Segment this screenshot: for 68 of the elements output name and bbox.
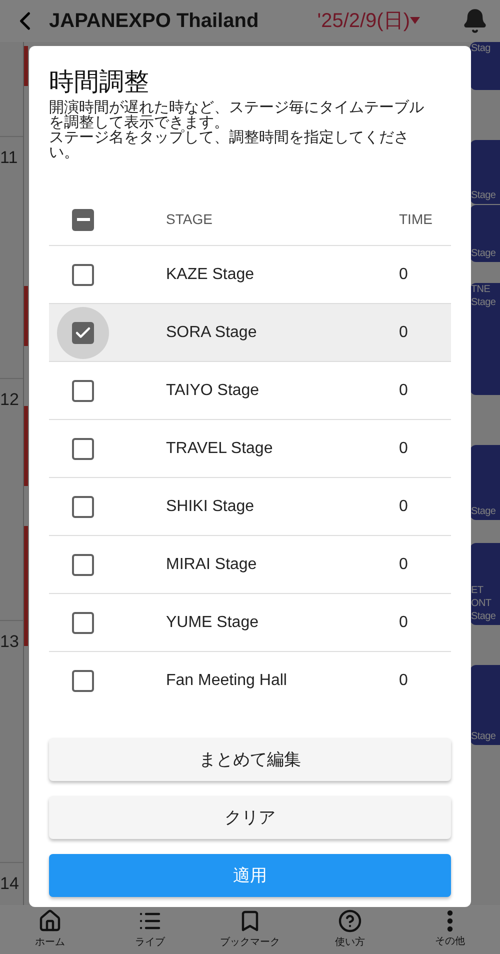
hour-label: 12 [0,389,20,411]
stage-name: Fan Meeting Hall [166,670,288,690]
event-text: Stage [471,296,497,309]
dialog-button[interactable]: まとめて編集 [49,738,451,781]
hour-label: 11 [0,147,19,169]
time-value: 0 [399,496,408,516]
time-value: 0 [399,670,408,690]
hour-label: 14 [0,873,20,895]
nav-tab[interactable]: 使い方 [300,905,400,954]
stage-event-block[interactable]: Stag [470,42,500,90]
stage-name: KAZE Stage [166,264,256,284]
checkbox[interactable] [72,496,94,518]
event-text: Stage [471,730,497,743]
checkbox[interactable] [72,322,94,344]
stage-name: MIRAI Stage [166,554,258,574]
time-value: 0 [399,264,408,284]
time-value: 0 [399,554,408,574]
description-text: 開演時間が遅れた時など、ステージ毎にタイムテーブルを調整して表示できます。 [49,100,425,130]
event-text: Stag [471,42,492,55]
checkbox[interactable] [72,554,94,576]
hour-label: 13 [0,631,20,653]
stage-row[interactable]: SORA Stage 0 [49,304,451,362]
stage-name: SORA Stage [166,322,258,342]
app-title: JAPANEXPO Thailand [49,9,259,34]
checkbox[interactable] [72,380,94,402]
event-text: Stage [471,505,497,518]
time-value: 0 [399,612,408,632]
stage-event-block[interactable]: Stage [470,445,500,520]
description-text: ステージ名をタップして、調整時間を指定してください。 [49,130,410,160]
stage-name: SHIKI Stage [166,496,256,516]
caret-icon [410,17,420,25]
help-icon [338,909,362,933]
event-text: Stage [471,247,497,260]
more-icon [447,910,453,932]
nav-tab[interactable]: その他 [400,905,500,954]
nav-tab[interactable]: ブックマーク [200,905,300,954]
event-text: ONT [471,597,492,610]
event-text: Stage [471,610,497,623]
column-header: TIME [399,210,432,229]
event-text: Stage [471,189,497,202]
checkbox[interactable] [72,208,94,230]
time-value: 0 [399,322,408,342]
stage-name: TRAVEL Stage [166,438,274,458]
stage-event-block[interactable]: TNE Stage [470,283,500,395]
stage-event-block[interactable]: ET ONT Stage [470,543,500,625]
time-value: 0 [399,438,408,458]
bell-icon[interactable] [462,8,488,34]
stage-name: YUME Stage [166,612,260,632]
column-header: STAGE [166,210,214,229]
checkbox[interactable] [72,438,94,460]
stage-event-block[interactable]: Stage [470,205,500,262]
nav-tab[interactable]: ホーム [0,905,100,954]
event-text: ET [471,584,484,597]
home-icon [38,909,62,933]
checkbox[interactable] [72,670,94,692]
dialog-title: 時間調整 [49,67,150,98]
date-selector[interactable]: '25/2/9(日) [317,6,420,36]
stage-event-block[interactable]: Stage [470,140,500,204]
checkbox[interactable] [72,264,94,286]
time-value: 0 [399,380,408,400]
stage-name: TAIYO Stage [166,380,260,400]
stage-event-block[interactable]: Stage [470,665,500,745]
nav-tab[interactable]: ライブ [100,905,200,954]
event-text: TNE [471,283,492,296]
dialog-button[interactable]: クリア [49,796,451,839]
minus-icon [76,218,90,221]
checkbox[interactable] [72,612,94,634]
dialog-button[interactable]: 適用 [49,854,451,897]
